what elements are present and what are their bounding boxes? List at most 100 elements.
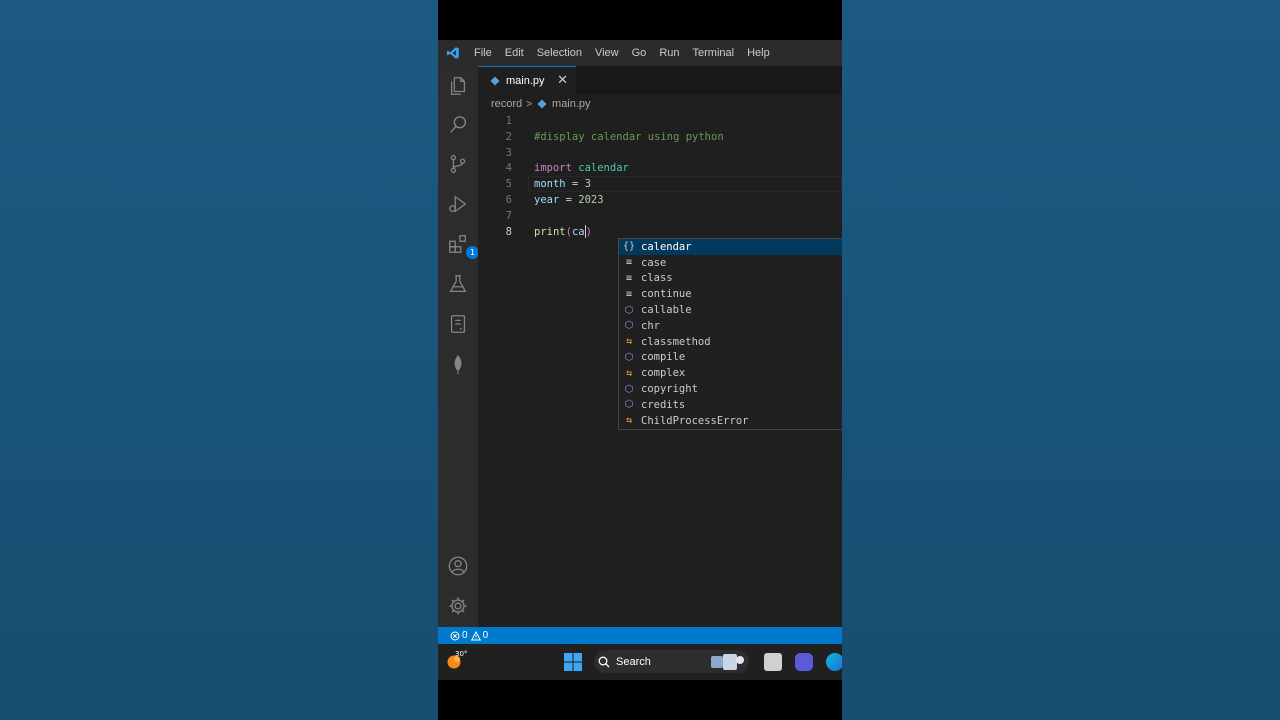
suggestion-item[interactable]: ≡ class	[619, 271, 842, 287]
number-month: 3	[584, 178, 591, 191]
tab-bar: main.py ✕	[478, 66, 842, 94]
background-left	[0, 0, 438, 720]
warning-count: 0	[482, 630, 489, 641]
line-number: 7	[505, 209, 512, 222]
search-button[interactable]	[446, 113, 470, 137]
line-number: 1	[505, 115, 512, 127]
search-highlight-icon	[711, 653, 744, 670]
function-kind-icon: ⬡	[624, 320, 634, 332]
menu-go[interactable]: Go	[632, 47, 647, 59]
search-icon	[598, 656, 610, 667]
source-control-icon	[450, 154, 466, 174]
run-debug-icon	[449, 195, 467, 213]
code-line: 2 #display calendar using python	[478, 129, 842, 145]
suggestion-label: credits	[641, 398, 686, 411]
menu-edit[interactable]: Edit	[505, 47, 524, 59]
suggestion-label: ChildProcessError	[641, 414, 749, 427]
suggestion-item[interactable]: ⬡ copyright	[619, 381, 842, 397]
operator-equals: =	[559, 194, 579, 206]
suggestion-label: classmethod	[641, 335, 711, 348]
python-file-icon	[537, 99, 547, 109]
search-label: Search	[616, 655, 651, 668]
suggestion-item[interactable]: {} calendar	[619, 239, 842, 255]
suggestion-label: continue	[641, 288, 692, 301]
activity-bar: 1	[438, 66, 479, 627]
explorer-button[interactable]	[446, 74, 470, 98]
code-comment: #display calendar using python	[534, 130, 724, 143]
menu-run[interactable]: Run	[659, 47, 679, 59]
close-icon[interactable]: ✕	[557, 73, 568, 88]
windows-start-icon[interactable]	[564, 653, 582, 671]
warning-icon	[470, 630, 481, 640]
module-kind-icon: {}	[622, 241, 636, 253]
extensions-button[interactable]: 1	[446, 232, 479, 259]
menu-terminal[interactable]: Terminal	[693, 47, 735, 59]
suggestion-item[interactable]: ⇆ ChildProcessError	[619, 413, 842, 429]
error-icon	[450, 631, 460, 640]
status-bar: 0 0	[438, 627, 842, 644]
accounts-button[interactable]	[446, 554, 470, 578]
suggestion-label: copyright	[641, 383, 698, 396]
taskbar-search[interactable]: Search	[594, 650, 749, 673]
bracket-close: )	[585, 225, 592, 238]
chevron-right-icon: >	[526, 98, 533, 110]
suggestion-item[interactable]: ⬡ callable	[619, 302, 842, 318]
problems-indicator[interactable]: 0 0	[450, 630, 488, 641]
line-number: 4	[505, 162, 512, 175]
suggestion-item[interactable]: ⬡ chr	[619, 318, 842, 334]
line-number: 6	[505, 194, 512, 206]
suggestion-item[interactable]: ≡ continue	[619, 286, 842, 302]
editor-area: main.py ✕ record > main.py 1 2 #display …	[478, 66, 842, 627]
edge-browser-icon[interactable]	[826, 653, 842, 671]
manage-button[interactable]	[446, 594, 470, 618]
source-control-button[interactable]	[446, 152, 470, 176]
search-icon	[450, 116, 467, 133]
letterbox-bottom	[438, 680, 842, 720]
suggestion-item[interactable]: ⇆ classmethod	[619, 334, 842, 350]
gear-icon	[449, 597, 467, 615]
class-kind-icon: ⇆	[625, 367, 633, 379]
weather-temperature: 30°	[455, 650, 468, 658]
menu-selection[interactable]: Selection	[537, 47, 582, 59]
typed-text: ca	[571, 225, 585, 238]
menu-file[interactable]: File	[474, 47, 492, 59]
keyword-import: import	[534, 162, 572, 175]
mongodb-button[interactable]	[446, 352, 470, 376]
class-kind-icon: ⇆	[625, 415, 633, 427]
number-year: 2023	[578, 194, 604, 206]
class-kind-icon: ⇆	[625, 336, 633, 348]
run-debug-button[interactable]	[446, 192, 470, 216]
line-number: 2	[505, 130, 512, 143]
function-print: print	[534, 225, 566, 238]
function-kind-icon: ⬡	[624, 304, 634, 316]
background-right	[842, 0, 1280, 720]
code-text: import calendar	[534, 160, 629, 176]
account-icon	[448, 556, 468, 576]
breadcrumb-file[interactable]: main.py	[552, 98, 591, 110]
task-view-icon[interactable]	[764, 653, 782, 671]
variable-kind-icon: ⬡	[624, 383, 634, 395]
suggestion-label: callable	[641, 304, 692, 317]
remote-explorer-button[interactable]	[446, 312, 470, 336]
suggestion-item[interactable]: ≡ case	[619, 255, 842, 271]
breadcrumb-folder[interactable]: record	[491, 98, 522, 110]
tab-main-py[interactable]: main.py ✕	[478, 66, 576, 94]
title-bar: File Edit Selection View Go Run Terminal…	[438, 40, 842, 66]
suggestion-item[interactable]: ⬡ compile	[619, 350, 842, 366]
menu-help[interactable]: Help	[747, 47, 770, 59]
suggestion-label: class	[641, 272, 673, 285]
flask-icon	[449, 275, 467, 292]
keyword-kind-icon: ≡	[625, 272, 633, 284]
code-text: month = 3	[534, 176, 591, 192]
menu-view[interactable]: View	[595, 47, 619, 59]
teams-chat-icon[interactable]	[795, 653, 813, 671]
suggestion-item[interactable]: ⇆ complex	[619, 365, 842, 381]
vscode-logo-icon	[446, 47, 459, 59]
line-number: 3	[505, 146, 512, 159]
files-icon	[450, 77, 466, 95]
code-line: 5 month = 3	[478, 176, 842, 192]
suggestion-label: case	[641, 256, 667, 269]
suggestion-label: complex	[641, 367, 686, 380]
testing-button[interactable]	[446, 272, 470, 296]
suggestion-item[interactable]: ⬡ credits	[619, 397, 842, 413]
